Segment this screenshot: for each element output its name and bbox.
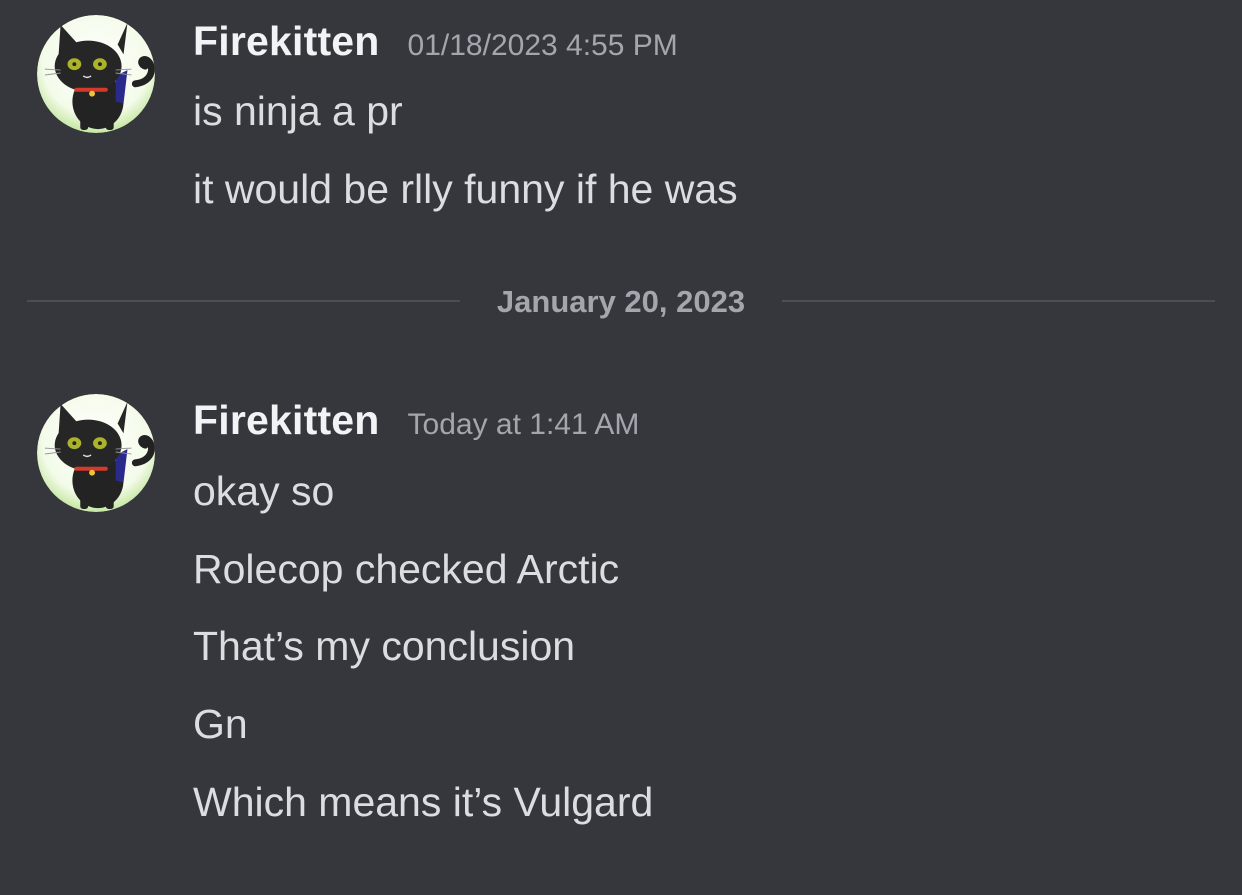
date-divider-label: January 20, 2023 [460, 281, 782, 323]
user-avatar[interactable] [37, 15, 155, 133]
user-avatar[interactable] [37, 394, 155, 512]
black-cat-avatar-icon [37, 394, 155, 512]
message-header: Firekitten Today at 1:41 AM [193, 397, 639, 444]
message-line: That’s my conclusion [193, 623, 576, 669]
username[interactable]: Firekitten [193, 397, 380, 444]
message-line: it would be rlly funny if he was [193, 166, 738, 212]
black-cat-avatar-icon [37, 15, 155, 133]
message-line: Which means it’s Vulgard [193, 779, 654, 825]
message-line: Rolecop checked Arctic [193, 546, 620, 592]
message-timestamp: Today at 1:41 AM [407, 408, 640, 441]
message-timestamp: 01/18/2023 4:55 PM [407, 29, 678, 62]
message-line: Gn [193, 701, 248, 747]
username[interactable]: Firekitten [193, 18, 380, 65]
message-line: is ninja a pr [193, 88, 403, 134]
message-line: okay so [193, 468, 335, 514]
message-header: Firekitten 01/18/2023 4:55 PM [193, 18, 678, 65]
